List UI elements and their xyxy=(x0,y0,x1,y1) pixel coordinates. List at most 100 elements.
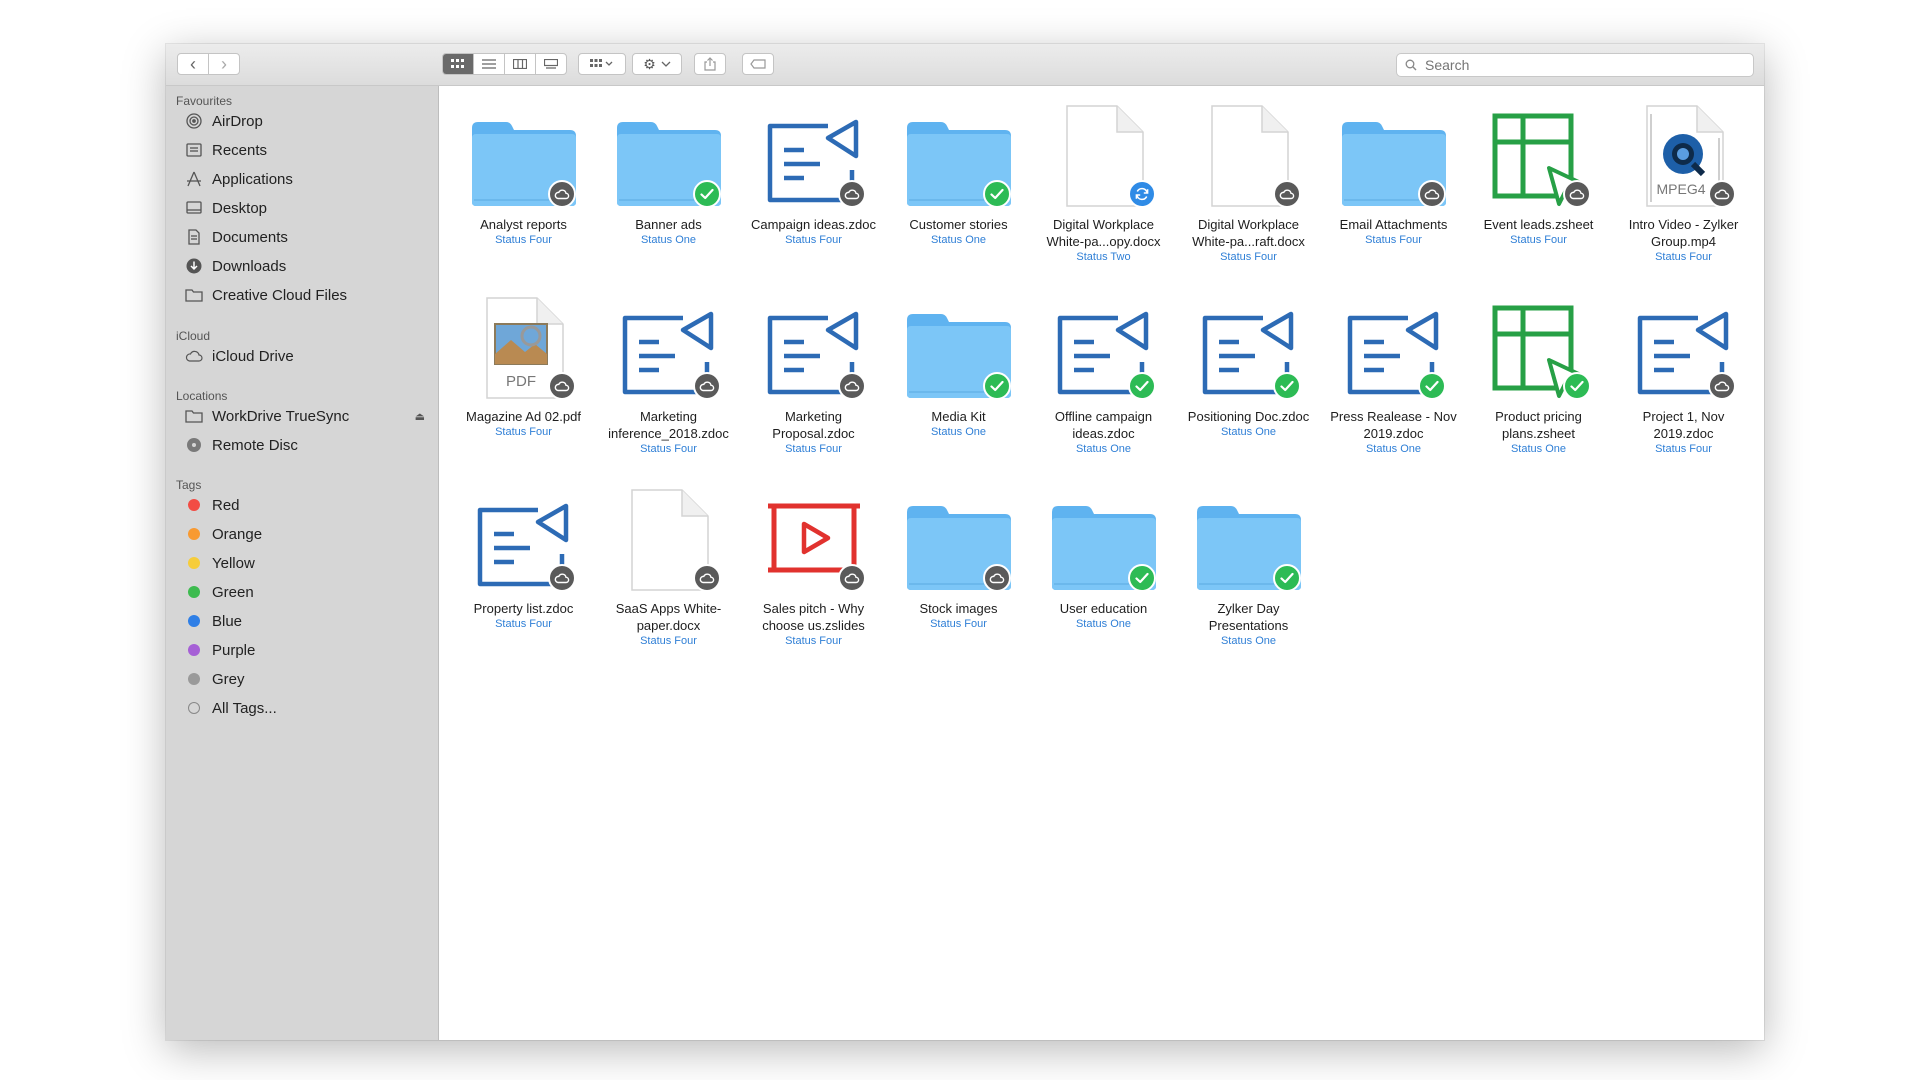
folder-icon xyxy=(184,287,204,303)
cloud-status-icon xyxy=(1272,180,1301,208)
sidebar-tag-yellow[interactable]: Yellow xyxy=(184,550,429,576)
sidebar-item-downloads[interactable]: Downloads xyxy=(184,253,429,279)
sidebar-item-remote-disc[interactable]: Remote Disc xyxy=(184,432,429,458)
sidebar-item-recents[interactable]: Recents xyxy=(184,137,429,163)
file-item[interactable]: Offline campaign ideas.zdoc Status One xyxy=(1031,278,1176,470)
zdoc-icon xyxy=(1046,292,1162,400)
sidebar-tag-grey[interactable]: Grey xyxy=(184,666,429,692)
desktop-icon xyxy=(184,200,204,216)
sidebar-item-label: Desktop xyxy=(212,199,268,217)
tag-dot-icon xyxy=(184,555,204,571)
synced-check-icon xyxy=(1272,564,1301,592)
file-item[interactable]: Email Attachments Status Four xyxy=(1321,86,1466,278)
file-status: Status Four xyxy=(495,426,552,438)
list-view-button[interactable] xyxy=(474,54,505,74)
file-item[interactable]: Product pricing plans.zsheet Status One xyxy=(1466,278,1611,470)
forward-button[interactable]: › xyxy=(209,54,239,74)
eject-icon[interactable]: ⏏ xyxy=(415,410,425,423)
file-name: Positioning Doc.zdoc xyxy=(1187,409,1310,424)
file-item[interactable]: SaaS Apps White-paper.docx Status Four xyxy=(596,470,741,662)
file-item[interactable]: Project 1, Nov 2019.zdoc Status Four xyxy=(1611,278,1756,470)
search-field[interactable] xyxy=(1396,53,1754,77)
file-status: Status Four xyxy=(1510,234,1567,246)
finder-window: ‹ › ⚙ Search Favourites AirDrop Recents … xyxy=(166,44,1764,1040)
sidebar-item-applications[interactable]: Applications xyxy=(184,166,429,192)
sidebar-item-workdrive-truesync[interactable]: WorkDrive TrueSync ⏏ xyxy=(184,403,429,429)
cloud-status-icon xyxy=(1707,372,1736,400)
sidebar-item-label: Documents xyxy=(212,228,288,246)
file-item[interactable]: MPEG4 Intro Video - Zylker Group.mp4 Statu… xyxy=(1611,86,1756,278)
file-item[interactable]: PDF Magazine Ad 02.pdf Status Four xyxy=(451,278,596,470)
file-grid: Analyst reports Status Four Banner ads Stat… xyxy=(451,86,1756,662)
sidebar-item-airdrop[interactable]: AirDrop xyxy=(184,108,429,134)
file-status: Status Four xyxy=(1220,251,1277,263)
sidebar-item-label: Purple xyxy=(212,641,256,659)
video-icon: MPEG4 xyxy=(1626,100,1742,208)
file-item[interactable]: Analyst reports Status Four xyxy=(451,86,596,278)
synced-check-icon xyxy=(1417,372,1446,400)
file-type-label: MPEG4 xyxy=(1656,181,1705,197)
sidebar-item-creative-cloud-files[interactable]: Creative Cloud Files xyxy=(184,282,429,308)
sidebar-tag-all-tags[interactable]: All Tags... xyxy=(184,695,429,721)
back-button[interactable]: ‹ xyxy=(178,54,209,74)
file-status: Status One xyxy=(1510,443,1567,455)
file-item[interactable]: Campaign ideas.zdoc Status Four xyxy=(741,86,886,278)
gallery-view-button[interactable] xyxy=(536,54,566,74)
tags-button[interactable] xyxy=(742,53,774,75)
share-button[interactable] xyxy=(694,53,726,75)
sidebar-item-label: Creative Cloud Files xyxy=(212,286,348,304)
file-name: Customer stories xyxy=(909,217,1008,232)
file-item[interactable]: Sales pitch - Why choose us.zslides Statu… xyxy=(741,470,886,662)
sidebar-item-icloud-drive[interactable]: iCloud Drive xyxy=(184,343,429,369)
file-name: Sales pitch - Why choose us.zslides xyxy=(762,601,865,633)
icon-view-button[interactable] xyxy=(443,54,474,74)
file-item[interactable]: Digital Workplace White-pa...raft.docx St… xyxy=(1176,86,1321,278)
sidebar-item-label: Remote Disc xyxy=(212,436,298,454)
sidebar-item-documents[interactable]: Documents xyxy=(184,224,429,250)
group-by-button[interactable] xyxy=(578,53,626,75)
action-menu-button[interactable]: ⚙ xyxy=(632,53,682,75)
section-icloud: iCloud xyxy=(176,329,211,343)
list-icon xyxy=(482,59,496,69)
file-item[interactable]: Property list.zdoc Status Four xyxy=(451,470,596,662)
file-name: Media Kit xyxy=(931,409,986,424)
file-status: Status Four xyxy=(640,443,697,455)
cloud-status-icon xyxy=(547,564,576,592)
search-input[interactable] xyxy=(1423,56,1727,74)
sidebar-tag-red[interactable]: Red xyxy=(184,492,429,518)
file-status: Status Four xyxy=(1655,443,1712,455)
file-item[interactable]: Positioning Doc.zdoc Status One xyxy=(1176,278,1321,470)
sidebar-tag-blue[interactable]: Blue xyxy=(184,608,429,634)
file-status: Status Four xyxy=(785,234,842,246)
file-item[interactable]: Marketing Proposal.zdoc Status Four xyxy=(741,278,886,470)
sidebar-tag-purple[interactable]: Purple xyxy=(184,637,429,663)
file-type-label: PDF xyxy=(506,373,536,390)
sidebar-tag-green[interactable]: Green xyxy=(184,579,429,605)
folder-icon xyxy=(466,100,582,208)
file-name: Magazine Ad 02.pdf xyxy=(466,409,581,424)
file-item[interactable]: Marketing inference_2018.zdoc Status Four xyxy=(596,278,741,470)
file-status: Status One xyxy=(1075,443,1132,455)
pdf-icon: PDF xyxy=(466,292,582,400)
file-status: Status Four xyxy=(640,635,697,647)
folder-icon xyxy=(611,100,727,208)
file-name: Zylker Day Presentations xyxy=(1208,601,1289,633)
sidebar-tag-orange[interactable]: Orange xyxy=(184,521,429,547)
tag-dot-icon xyxy=(184,584,204,600)
file-item[interactable]: Media Kit Status One xyxy=(886,278,1031,470)
sidebar-item-desktop[interactable]: Desktop xyxy=(184,195,429,221)
file-item[interactable]: Stock images Status Four xyxy=(886,470,1031,662)
zdoc-icon xyxy=(466,484,582,592)
file-item[interactable]: Digital Workplace White-pa...opy.docx Sta… xyxy=(1031,86,1176,278)
file-item[interactable]: Event leads.zsheet Status Four xyxy=(1466,86,1611,278)
file-item[interactable]: User education Status One xyxy=(1031,470,1176,662)
doc-icon xyxy=(1191,100,1307,208)
column-view-button[interactable] xyxy=(505,54,536,74)
folder-icon xyxy=(901,292,1017,400)
file-item[interactable]: Banner ads Status One xyxy=(596,86,741,278)
file-item[interactable]: Zylker Day Presentations Status One xyxy=(1176,470,1321,662)
zdoc-icon xyxy=(1626,292,1742,400)
file-item[interactable]: Customer stories Status One xyxy=(886,86,1031,278)
file-name: Stock images xyxy=(919,601,998,616)
file-item[interactable]: Press Realease - Nov 2019.zdoc Status One xyxy=(1321,278,1466,470)
